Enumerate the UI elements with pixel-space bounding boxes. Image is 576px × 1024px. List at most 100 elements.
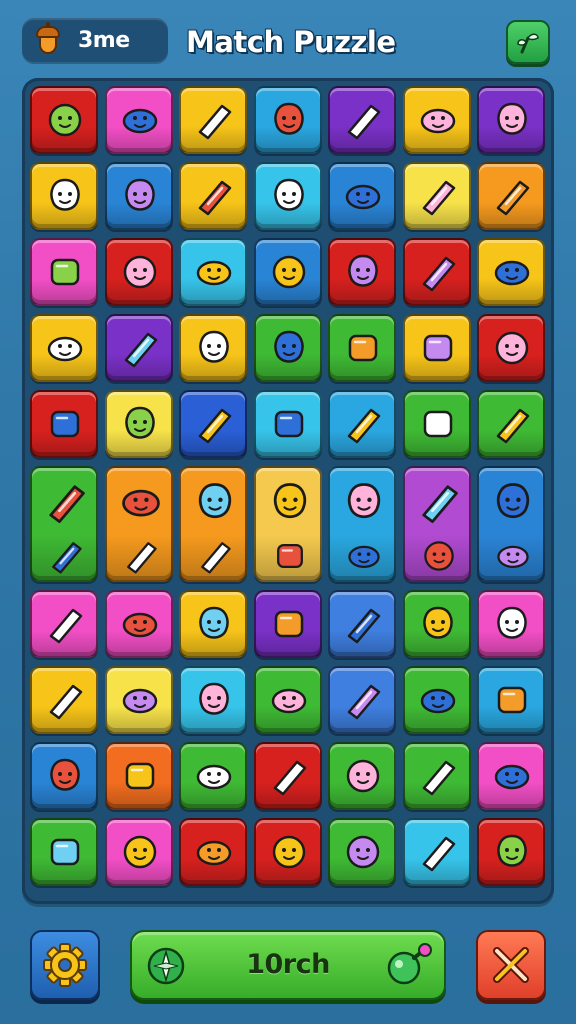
puzzle-tile[interactable] [104, 86, 173, 154]
puzzle-tile[interactable] [477, 818, 545, 886]
crossed-tools-icon [50, 178, 80, 211]
puzzle-tile[interactable] [104, 742, 173, 810]
crossed-swords-icon [199, 682, 229, 715]
cookie-ring-icon [347, 684, 381, 720]
puzzle-tile[interactable] [477, 162, 545, 230]
close-button[interactable] [476, 930, 546, 1000]
puzzle-tile[interactable] [179, 314, 247, 382]
puzzle-tile[interactable] [328, 742, 396, 810]
carrot-icon [273, 330, 304, 363]
radio-icon [494, 260, 530, 286]
puzzle-tile[interactable] [402, 162, 471, 230]
puzzle-tile[interactable] [30, 742, 98, 810]
coil-icon [201, 542, 231, 574]
puzzle-tile[interactable] [328, 314, 396, 382]
turtle-icon [423, 541, 454, 571]
puzzle-tile[interactable] [104, 666, 173, 734]
puzzle-tile[interactable] [30, 238, 98, 306]
puzzle-tile[interactable] [253, 162, 322, 230]
puzzle-tile[interactable] [104, 314, 173, 382]
puzzle-tile[interactable] [30, 86, 98, 154]
key-icon [50, 410, 80, 438]
puzzle-tile[interactable] [253, 86, 322, 154]
puzzle-tile[interactable] [179, 238, 247, 306]
puzzle-tile[interactable] [30, 666, 98, 734]
puzzle-tile[interactable] [253, 666, 322, 734]
puzzle-tile[interactable] [477, 86, 545, 154]
puzzle-tile[interactable] [477, 314, 545, 382]
puzzle-tile[interactable] [30, 466, 98, 582]
puzzle-tile[interactable] [477, 590, 545, 658]
puzzle-tile[interactable] [253, 818, 322, 886]
cookie-icon [48, 103, 82, 137]
puzzle-tile[interactable] [328, 162, 396, 230]
puzzle-tile[interactable] [402, 390, 471, 458]
alarm-icon [49, 608, 83, 644]
panda-icon [49, 684, 83, 720]
puzzle-tile[interactable] [179, 590, 247, 658]
puzzle-tile[interactable] [328, 86, 396, 154]
puzzle-tile[interactable] [328, 390, 396, 458]
bottle-icon [196, 260, 232, 286]
puzzle-tile[interactable] [477, 238, 545, 306]
puzzle-tile[interactable] [253, 742, 322, 810]
puzzle-tile[interactable] [104, 466, 173, 582]
puzzle-tile[interactable] [253, 390, 322, 458]
crayon-icon [345, 184, 381, 210]
puzzle-tile[interactable] [402, 666, 471, 734]
puzzle-tile[interactable] [402, 466, 471, 582]
puzzle-tile[interactable] [179, 666, 247, 734]
action-bar-button[interactable]: 10rch [130, 930, 446, 1000]
lemon-icon [348, 254, 378, 287]
settings-button[interactable] [30, 930, 100, 1000]
puzzle-tile[interactable] [328, 466, 396, 582]
eraser-icon [272, 835, 305, 869]
puzzle-tile[interactable] [402, 238, 471, 306]
puzzle-tile[interactable] [477, 466, 545, 582]
puzzle-tile[interactable] [253, 238, 322, 306]
puzzle-tile[interactable] [402, 742, 471, 810]
puzzle-tile[interactable] [328, 818, 396, 886]
puzzle-tile[interactable] [253, 590, 322, 658]
magnifier-icon [124, 178, 155, 211]
puzzle-tile[interactable] [179, 86, 247, 154]
biscuit-icon [122, 108, 157, 134]
puzzle-tile[interactable] [253, 314, 322, 382]
puzzle-tile[interactable] [328, 666, 396, 734]
puzzle-tile[interactable] [30, 314, 98, 382]
puzzle-tile[interactable] [179, 818, 247, 886]
puzzle-tile[interactable] [104, 390, 173, 458]
bear-icon [348, 334, 378, 362]
puzzle-tile[interactable] [30, 390, 98, 458]
puzzle-tile[interactable] [402, 86, 471, 154]
slingshot-icon [497, 686, 527, 714]
puzzle-tile[interactable] [104, 162, 173, 230]
football-icon [199, 330, 229, 363]
pill-icon [125, 762, 154, 790]
puzzle-tile[interactable] [328, 590, 396, 658]
puzzle-tile[interactable] [30, 818, 98, 886]
puzzle-tile[interactable] [179, 742, 247, 810]
puzzle-tile[interactable] [477, 742, 545, 810]
top-action-button[interactable] [506, 20, 550, 64]
puzzle-tile[interactable] [477, 666, 545, 734]
puzzle-tile[interactable] [328, 238, 396, 306]
potion-icon [387, 943, 432, 985]
rattle-icon [124, 332, 157, 368]
seahorse-icon [347, 608, 381, 644]
puzzle-tile[interactable] [104, 238, 173, 306]
puzzle-tile[interactable] [402, 314, 471, 382]
puzzle-tile[interactable] [253, 466, 322, 582]
coil-icon [126, 542, 157, 574]
puzzle-tile[interactable] [30, 590, 98, 658]
puzzle-tile[interactable] [104, 818, 173, 886]
puzzle-tile[interactable] [179, 466, 247, 582]
puzzle-tile[interactable] [477, 390, 545, 458]
puzzle-tile[interactable] [402, 590, 471, 658]
puzzle-tile[interactable] [402, 818, 471, 886]
flower-gear-icon [122, 612, 157, 638]
puzzle-tile[interactable] [30, 162, 98, 230]
puzzle-tile[interactable] [179, 390, 247, 458]
puzzle-tile[interactable] [104, 590, 173, 658]
puzzle-tile[interactable] [179, 162, 247, 230]
